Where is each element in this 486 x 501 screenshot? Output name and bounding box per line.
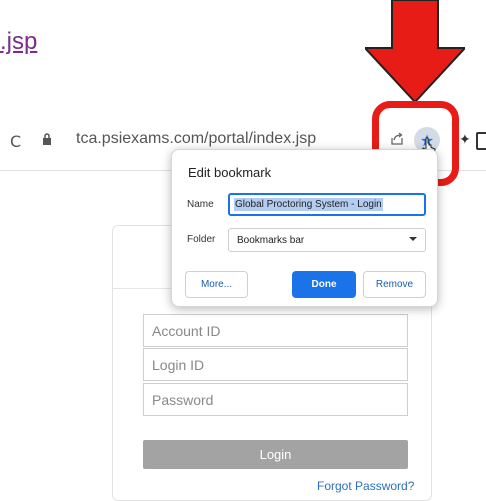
login-button[interactable]: Login: [143, 440, 408, 469]
extensions-icon[interactable]: ✦: [459, 132, 471, 148]
password-input[interactable]: [144, 384, 407, 415]
edit-bookmark-dialog: Edit bookmark Name Global Proctoring Sys…: [171, 149, 438, 307]
bookmark-name-value: Global Proctoring System - Login: [234, 198, 383, 211]
forgot-password-link[interactable]: Forgot Password?: [317, 479, 414, 493]
lock-icon[interactable]: [42, 133, 52, 146]
address-bar-url[interactable]: tca.psiexams.com/portal/index.jsp: [76, 130, 316, 148]
folder-select-value: Bookmarks bar: [237, 234, 305, 246]
account-id-field[interactable]: [143, 314, 408, 347]
account-id-input[interactable]: [144, 315, 407, 346]
more-button[interactable]: More...: [185, 271, 248, 298]
done-button[interactable]: Done: [292, 271, 356, 298]
reload-icon[interactable]: C: [10, 132, 21, 151]
chevron-down-icon: [409, 237, 417, 241]
side-panel-icon[interactable]: [476, 132, 486, 150]
dialog-title: Edit bookmark: [188, 165, 272, 180]
password-field[interactable]: [143, 383, 408, 416]
remove-button[interactable]: Remove: [363, 271, 426, 298]
page-link[interactable]: .jsp: [0, 28, 37, 56]
bookmark-name-input[interactable]: Global Proctoring System - Login: [228, 193, 426, 216]
login-id-input[interactable]: [144, 349, 407, 380]
login-id-field[interactable]: [143, 348, 408, 381]
name-label: Name: [187, 199, 214, 210]
red-arrow-annotation: [365, 0, 465, 102]
folder-select[interactable]: Bookmarks bar: [228, 228, 426, 252]
folder-label: Folder: [187, 234, 216, 245]
